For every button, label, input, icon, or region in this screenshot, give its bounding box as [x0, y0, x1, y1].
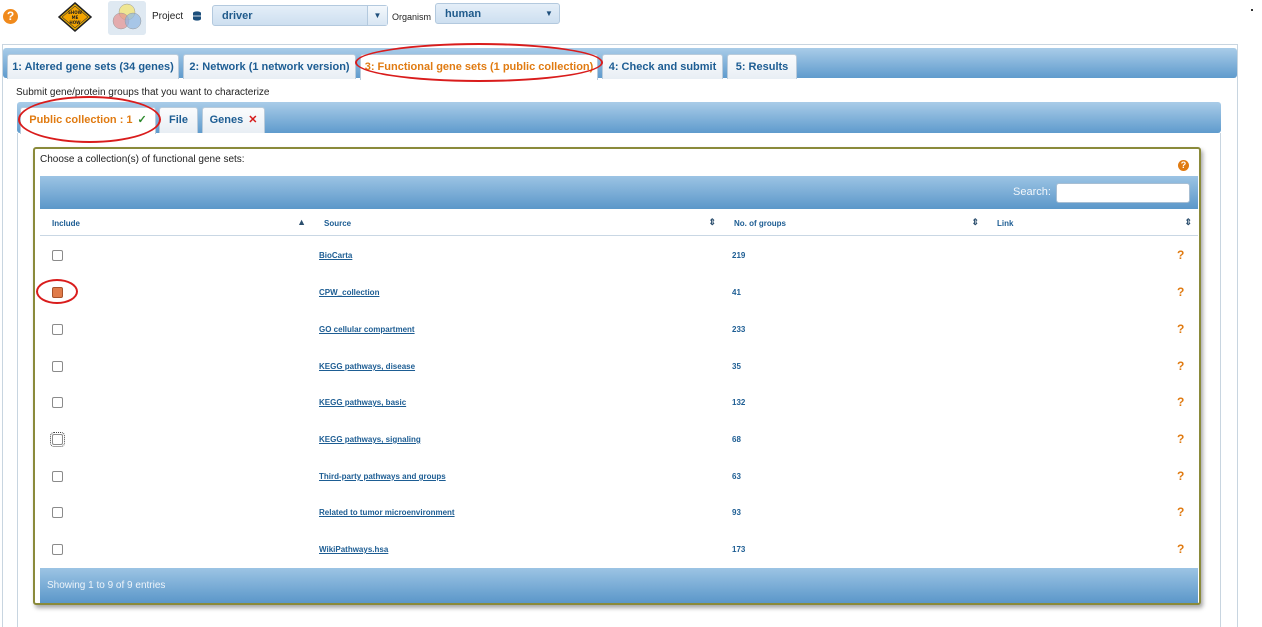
- project-select[interactable]: driver ▼: [212, 5, 388, 26]
- organism-select[interactable]: human ▼: [435, 3, 560, 24]
- tab-public-collection-label: Public collection : 1: [29, 114, 133, 126]
- table-row: KEGG pathways, disease 35 ?: [40, 348, 1198, 385]
- include-checkbox[interactable]: [52, 250, 63, 261]
- tab-network[interactable]: 2: Network (1 network version): [183, 54, 356, 79]
- show-me-how-icon[interactable]: SHOW ME HOW: [58, 2, 92, 32]
- group-count: 93: [732, 508, 741, 517]
- submit-instruction: Submit gene/protein groups that you want…: [16, 87, 270, 98]
- help-icon[interactable]: ?: [1177, 505, 1184, 519]
- group-count: 233: [732, 325, 746, 334]
- search-input[interactable]: [1056, 183, 1190, 203]
- tab-file[interactable]: File: [159, 107, 198, 133]
- tab-altered-gene-sets[interactable]: 1: Altered gene sets (34 genes): [7, 54, 179, 79]
- help-icon[interactable]: ?: [1177, 359, 1184, 373]
- help-icon[interactable]: ?: [1177, 432, 1184, 446]
- include-checkbox[interactable]: [52, 287, 63, 298]
- sort-both-icon: ⇕: [708, 217, 716, 227]
- include-checkbox[interactable]: [52, 361, 63, 372]
- help-icon[interactable]: ?: [1177, 395, 1184, 409]
- venn-diagram-icon[interactable]: [108, 1, 146, 35]
- table-row: KEGG pathways, basic 132 ?: [40, 384, 1198, 421]
- organism-value: human: [445, 8, 482, 20]
- collection-prompt: Choose a collection(s) of functional gen…: [40, 154, 245, 165]
- organism-label: Organism: [392, 12, 432, 22]
- close-icon: ✕: [248, 114, 258, 126]
- chevron-down-icon[interactable]: ▼: [539, 4, 559, 23]
- group-count: 219: [732, 251, 746, 260]
- top-toolbar: ? SHOW ME HOW Project driver ▼ Organism …: [0, 0, 1262, 36]
- checkmark-icon: ✓: [137, 114, 147, 126]
- column-header-source[interactable]: Source ⇕: [312, 209, 722, 236]
- include-checkbox[interactable]: [52, 397, 63, 408]
- tab-functional-gene-sets[interactable]: 3: Functional gene sets (1 public collec…: [360, 54, 598, 80]
- sort-both-icon: ⇕: [971, 217, 979, 227]
- sub-tab-bar: Public collection : 1 ✓ File Genes ✕: [17, 102, 1221, 134]
- sort-both-icon: ⇕: [1184, 217, 1192, 227]
- include-checkbox[interactable]: [52, 324, 63, 335]
- include-checkbox[interactable]: [52, 507, 63, 518]
- column-header-link[interactable]: Link ⇕: [985, 209, 1198, 236]
- chevron-down-icon[interactable]: ▼: [367, 6, 387, 25]
- group-count: 173: [732, 545, 746, 554]
- collection-box: Choose a collection(s) of functional gen…: [33, 147, 1201, 605]
- source-link[interactable]: KEGG pathways, basic: [319, 398, 406, 407]
- entries-info: Showing 1 to 9 of 9 entries: [47, 580, 166, 591]
- table-row: GO cellular compartment 233 ?: [40, 311, 1198, 348]
- source-link[interactable]: BioCarta: [319, 251, 352, 260]
- help-icon[interactable]: ?: [1177, 469, 1184, 483]
- source-link[interactable]: KEGG pathways, disease: [319, 362, 415, 371]
- tab-genes-label: Genes: [209, 114, 244, 126]
- sort-asc-icon: ▲: [297, 217, 306, 227]
- source-link[interactable]: KEGG pathways, signaling: [319, 435, 421, 444]
- project-value: driver: [222, 10, 253, 22]
- tab-genes[interactable]: Genes ✕: [202, 107, 265, 133]
- group-count: 63: [732, 472, 741, 481]
- source-link[interactable]: WikiPathways.hsa: [319, 545, 388, 554]
- column-header-include[interactable]: Include ▲: [40, 209, 312, 236]
- tab-public-collection[interactable]: Public collection : 1 ✓: [20, 107, 156, 134]
- column-header-label: Link: [997, 219, 1014, 228]
- source-link[interactable]: Related to tumor microenvironment: [319, 508, 455, 517]
- table-row: Third-party pathways and groups 63 ?: [40, 458, 1198, 495]
- group-count: 132: [732, 398, 746, 407]
- column-header-label: Include: [52, 219, 81, 228]
- table-row: Related to tumor microenvironment 93 ?: [40, 494, 1198, 531]
- source-link[interactable]: GO cellular compartment: [319, 325, 415, 334]
- svg-text:HOW: HOW: [69, 20, 81, 25]
- help-icon[interactable]: ?: [1177, 322, 1184, 336]
- table-row: WikiPathways.hsa 173 ?: [40, 531, 1198, 568]
- table-toolbar: Search:: [40, 176, 1198, 209]
- table-footer: Showing 1 to 9 of 9 entries: [40, 568, 1198, 603]
- search-label: Search:: [1013, 186, 1051, 198]
- main-tab-bar: 1: Altered gene sets (34 genes) 2: Netwo…: [3, 48, 1237, 80]
- column-header-label: No. of groups: [734, 219, 786, 228]
- help-icon[interactable]: ?: [1177, 542, 1184, 556]
- table-row: CPW_collection 41 ?: [40, 274, 1198, 311]
- column-header-label: Source: [324, 219, 352, 228]
- database-icon: [193, 11, 201, 21]
- include-checkbox[interactable]: [52, 544, 63, 555]
- project-label: Project: [152, 11, 184, 22]
- source-link[interactable]: Third-party pathways and groups: [319, 472, 446, 481]
- help-icon[interactable]: ?: [1177, 285, 1184, 299]
- table-row: KEGG pathways, signaling 68 ?: [40, 421, 1198, 458]
- source-link[interactable]: CPW_collection: [319, 288, 379, 297]
- group-count: 35: [732, 362, 741, 371]
- help-icon[interactable]: ?: [1178, 160, 1189, 171]
- include-checkbox[interactable]: [50, 432, 65, 447]
- group-count: 41: [732, 288, 741, 297]
- tab-file-label: File: [169, 114, 188, 126]
- table-row: BioCarta 219 ?: [40, 237, 1198, 274]
- include-checkbox[interactable]: [52, 471, 63, 482]
- column-header-groups[interactable]: No. of groups ⇕: [722, 209, 985, 236]
- corner-dot: [1251, 9, 1253, 11]
- tab-check-and-submit[interactable]: 4: Check and submit: [602, 54, 723, 79]
- tab-results[interactable]: 5: Results: [727, 54, 797, 79]
- help-icon[interactable]: ?: [1177, 248, 1184, 262]
- group-count: 68: [732, 435, 741, 444]
- help-icon[interactable]: ?: [3, 9, 18, 24]
